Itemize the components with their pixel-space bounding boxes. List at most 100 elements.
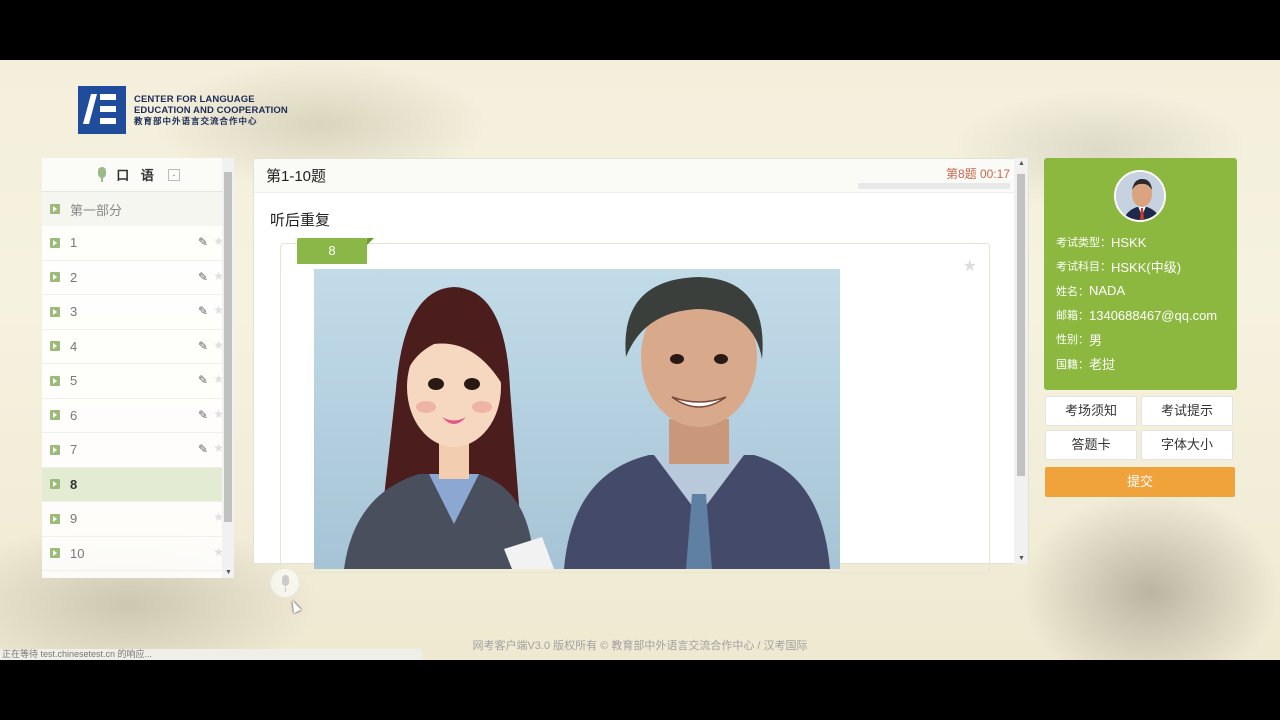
info-value: HSKK(中级) xyxy=(1111,259,1182,275)
question-item[interactable]: 6 ✎ ★ xyxy=(42,399,234,433)
question-list-scrollbar[interactable]: ▼ xyxy=(222,158,234,578)
scroll-down-icon[interactable]: ▼ xyxy=(225,569,232,576)
section-label: 第一部分 xyxy=(70,202,123,218)
question-card: 8 ★ xyxy=(280,238,990,573)
question-item-label: 4 xyxy=(70,338,78,354)
question-nav-header: 口 语 - xyxy=(42,158,234,192)
pencil-icon: ✎ xyxy=(197,338,208,353)
arrow-right-icon xyxy=(50,204,60,214)
favorite-star-icon[interactable]: ★ xyxy=(963,256,977,276)
question-item[interactable]: 2 ✎ ★ xyxy=(42,261,234,295)
question-panel: 第1-10题 第8题 00:17 听后重复 8 ★ xyxy=(253,158,1029,573)
question-illustration xyxy=(314,269,840,569)
record-button[interactable] xyxy=(270,568,300,598)
scroll-down-icon[interactable]: ▼ xyxy=(1018,555,1025,562)
microphone-stand xyxy=(285,587,286,592)
candidate-info-row: 考试类型： HSKK xyxy=(1056,230,1217,254)
collapse-button[interactable]: - xyxy=(167,168,180,181)
arrow-right-icon xyxy=(50,479,60,490)
question-list: 第一部分 1 ✎ ★ 2 ✎ ★ 3 ✎ ★ 4 ✎ ★ 5 ✎ ★ 6 ✎ ★ 7 ✎ ★ 8 9 ★ 10 ★ xyxy=(42,192,234,578)
section-instruction: 听后重复 xyxy=(270,212,331,229)
answer-sheet-button[interactable]: 答题卡 xyxy=(1045,430,1137,460)
submit-button[interactable]: 提交 xyxy=(1045,467,1235,497)
logo-text: CENTER FOR LANGUAGE EDUCATION AND COOPER… xyxy=(134,94,288,127)
scrollbar-thumb[interactable] xyxy=(1017,174,1025,476)
candidate-info-row: 国籍： 老挝 xyxy=(1056,351,1217,375)
scroll-up-icon[interactable]: ▲ xyxy=(1018,160,1025,167)
arrow-right-icon xyxy=(50,341,60,352)
pencil-icon: ✎ xyxy=(197,373,208,387)
question-item[interactable]: 8 xyxy=(42,467,234,502)
logo-line: CENTER FOR LANGUAGE xyxy=(134,93,255,105)
microphone-icon xyxy=(96,166,108,183)
question-item-label: 5 xyxy=(70,373,78,389)
microphone-icon xyxy=(282,575,289,586)
info-value: 1340688467@qq.com xyxy=(1089,307,1218,323)
logo-line: 教育部中外语言交流合作中心 xyxy=(134,115,258,126)
exam-notice-button[interactable]: 考场须知 xyxy=(1045,396,1137,426)
candidate-info-row: 邮箱： 1340688467@qq.com xyxy=(1056,303,1217,327)
question-item[interactable]: 9 ★ xyxy=(42,502,234,537)
question-item[interactable]: 1 ✎ ★ xyxy=(42,226,234,261)
arrow-right-icon xyxy=(50,272,60,283)
pencil-icon: ✎ xyxy=(197,235,208,249)
arrow-right-icon xyxy=(50,410,60,421)
pencil-icon: ✎ xyxy=(197,407,208,422)
info-key: 邮箱： xyxy=(1056,310,1089,323)
question-item[interactable]: 3 ✎ ★ xyxy=(42,295,234,330)
question-item[interactable]: 5 ✎ ★ xyxy=(42,364,234,399)
question-range-title: 第1-10题 xyxy=(266,168,327,185)
question-item-label: 1 xyxy=(70,235,78,251)
info-key: 性别： xyxy=(1056,334,1089,347)
candidate-info-list: 考试类型： HSKK 考试科目： HSKK(中级) 姓名： NADA 邮箱： 13406884… xyxy=(1056,230,1217,376)
pencil-icon: ✎ xyxy=(197,304,208,318)
question-panel-header: 第1-10题 第8题 00:17 xyxy=(254,159,1028,193)
question-item[interactable]: 7 ✎ ★ xyxy=(42,433,234,468)
timer-progress-bar xyxy=(858,183,1010,189)
info-value: 老挝 xyxy=(1089,357,1116,373)
question-panel-scrollbar[interactable]: ▲ ▼ xyxy=(1014,158,1028,564)
info-key: 国籍： xyxy=(1056,358,1089,371)
question-number-badge: 8 xyxy=(297,238,374,264)
question-item-label: 6 xyxy=(70,407,78,423)
avatar-photo xyxy=(1116,172,1164,220)
question-nav-title: 口 语 xyxy=(116,168,158,183)
question-item-label: 8 xyxy=(70,476,78,492)
candidate-info-card: 考试类型： HSKK 考试科目： HSKK(中级) 姓名： NADA 邮箱： 13406884… xyxy=(1044,158,1237,390)
info-value: HSKK xyxy=(1111,234,1147,250)
arrow-right-icon xyxy=(50,513,60,524)
question-nav-panel: 口 语 - 第一部分 1 ✎ ★ 2 ✎ ★ 3 ✎ ★ 4 ✎ ★ 5 ✎ ★ 6 ✎ ★ 7 ✎ ★ 8 9 ★ 10 ★ xyxy=(42,158,234,578)
pencil-icon: ✎ xyxy=(197,442,208,456)
question-item[interactable]: 4 ✎ ★ xyxy=(42,330,234,364)
arrow-right-icon xyxy=(50,306,60,317)
two-people-illustration xyxy=(344,277,830,569)
browser-status-bar: 正在等待 test.chinesetest.cn 的响应... xyxy=(0,649,422,660)
arrow-right-icon xyxy=(50,444,60,455)
question-timer: 第8题 00:17 xyxy=(945,167,1010,181)
scrollbar-thumb[interactable] xyxy=(224,172,232,522)
info-value: NADA xyxy=(1089,283,1126,299)
info-key: 考试类型： xyxy=(1056,237,1111,250)
info-key: 考试科目： xyxy=(1056,261,1111,274)
arrow-right-icon xyxy=(50,375,60,386)
app-screen: CENTER FOR LANGUAGE EDUCATION AND COOPER… xyxy=(0,60,1280,660)
question-item-label: 10 xyxy=(70,545,85,561)
logo: CENTER FOR LANGUAGE EDUCATION AND COOPER… xyxy=(78,86,288,134)
logo-mark-icon xyxy=(78,86,126,134)
question-item-label: 2 xyxy=(70,269,78,285)
exam-hint-button[interactable]: 考试提示 xyxy=(1141,396,1233,426)
section-item[interactable]: 第一部分 xyxy=(42,192,234,226)
candidate-info-row: 考试科目： HSKK(中级) xyxy=(1056,254,1217,278)
pencil-icon: ✎ xyxy=(197,269,208,284)
question-item-label: 7 xyxy=(70,442,78,458)
question-item-label: 3 xyxy=(70,304,78,320)
info-value: 男 xyxy=(1089,332,1103,348)
font-size-button[interactable]: 字体大小 xyxy=(1141,430,1233,460)
avatar xyxy=(1114,170,1166,222)
arrow-right-icon xyxy=(50,237,60,248)
question-item-label: 9 xyxy=(70,511,78,527)
logo-line: EDUCATION AND COOPERATION xyxy=(134,104,288,116)
info-key: 姓名： xyxy=(1056,285,1089,298)
question-item[interactable]: 10 ★ xyxy=(42,537,234,571)
arrow-right-icon xyxy=(50,548,60,559)
